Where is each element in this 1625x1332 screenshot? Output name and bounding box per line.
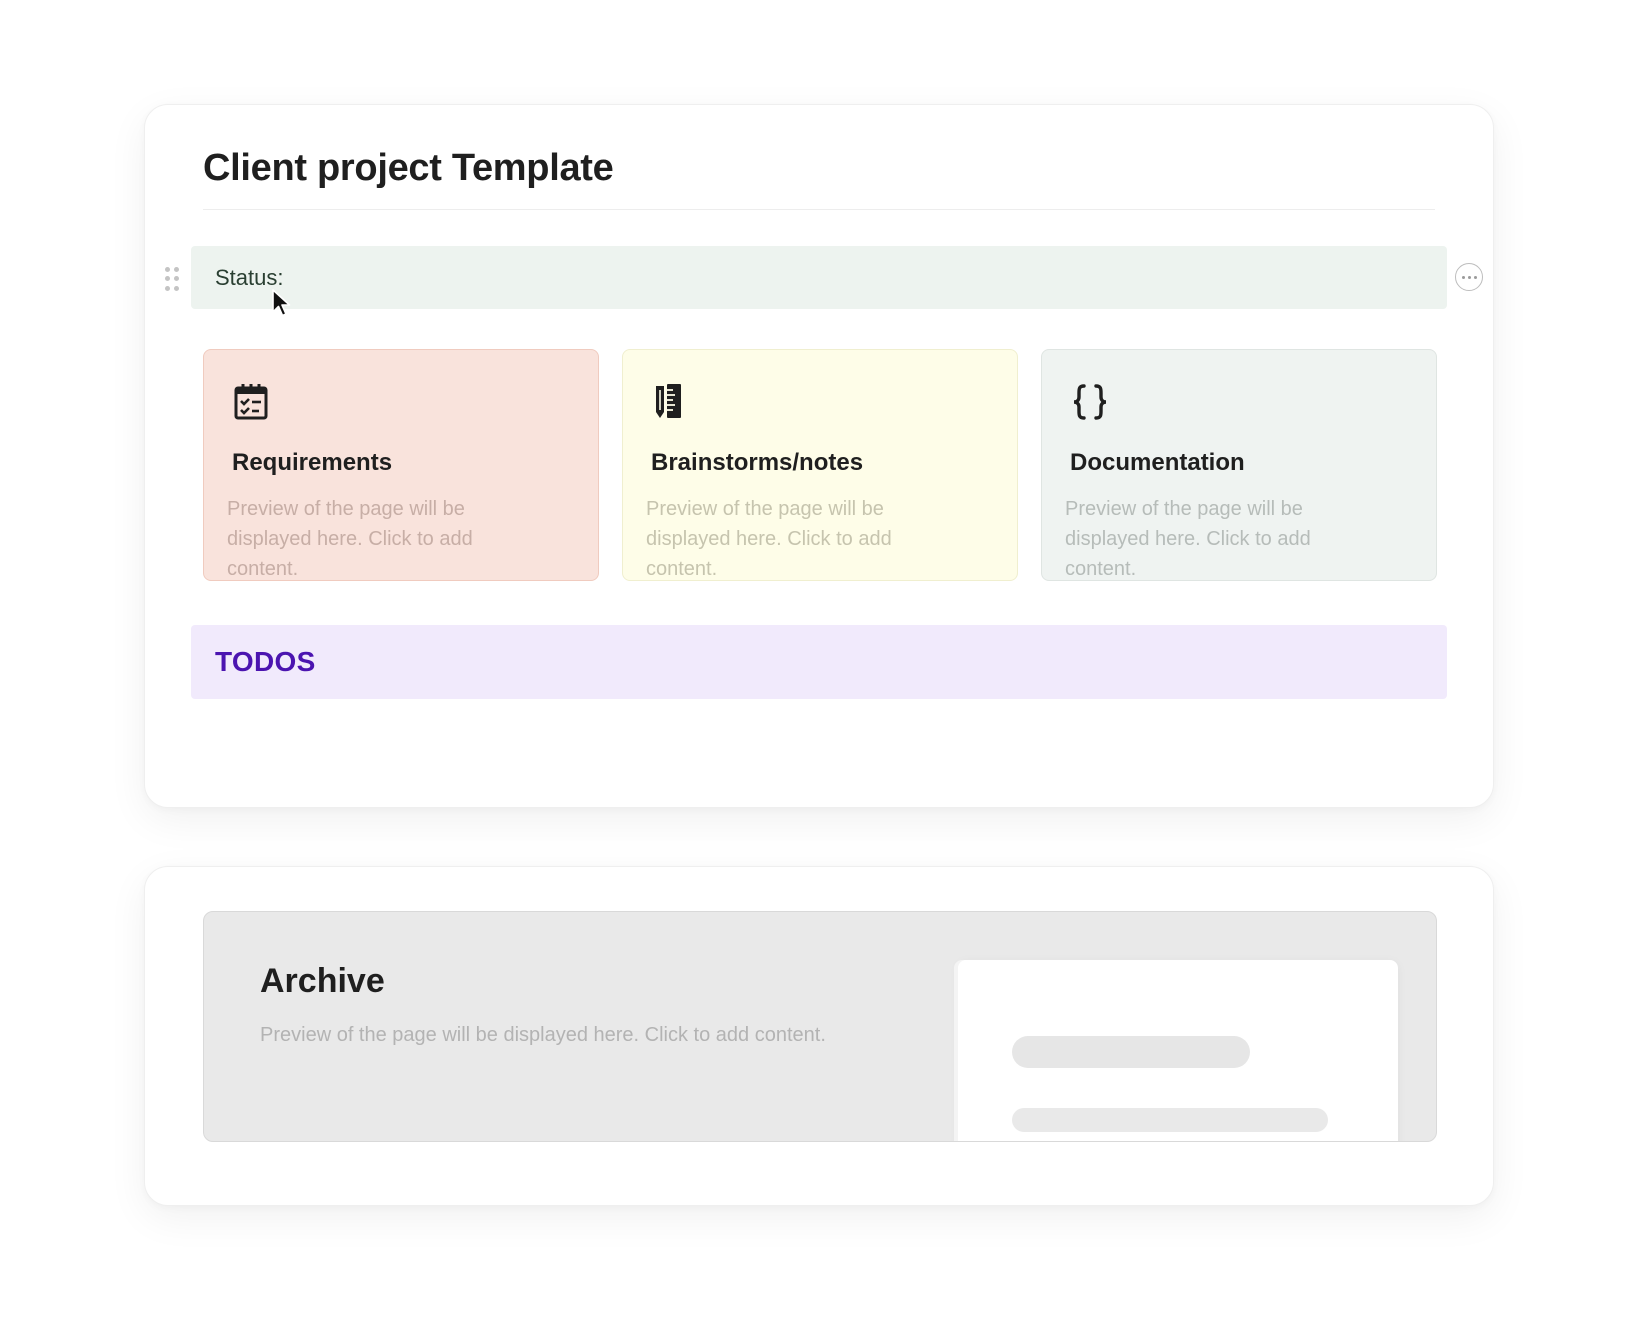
status-label: Status:	[215, 264, 284, 290]
card-brainstorms-notes[interactable]: Brainstorms/notes Preview of the page wi…	[622, 349, 1018, 581]
archive-preview-text: Preview of the page will be displayed he…	[260, 1024, 826, 1046]
card-documentation[interactable]: Documentation Preview of the page will b…	[1041, 349, 1437, 581]
card-preview-text: Preview of the page will be displayed he…	[227, 498, 473, 580]
checklist-calendar-icon	[232, 382, 272, 422]
placeholder-bar	[1012, 1108, 1328, 1132]
curly-braces-icon	[1070, 382, 1110, 422]
card-title: Brainstorms/notes	[651, 449, 864, 476]
drag-handle-icon[interactable]	[165, 267, 179, 291]
page-title: Client project Template	[203, 147, 614, 189]
archive-title: Archive	[260, 962, 385, 1000]
mouse-cursor-icon	[272, 289, 291, 317]
more-options-button[interactable]	[1455, 263, 1483, 291]
dot-icon	[1473, 275, 1477, 279]
todos-heading: TODOS	[215, 646, 316, 677]
page-preview-thumbnail	[958, 960, 1398, 1141]
status-block[interactable]: Status:	[191, 246, 1447, 309]
card-title: Requirements	[232, 449, 393, 476]
card-preview-text: Preview of the page will be displayed he…	[1065, 498, 1311, 580]
placeholder-bar	[1012, 1036, 1250, 1068]
todos-block[interactable]: TODOS	[191, 625, 1447, 699]
dot-icon	[1461, 275, 1465, 279]
card-requirements[interactable]: Requirements Preview of the page will be…	[203, 349, 599, 581]
pencil-ruler-icon	[651, 382, 691, 422]
archive-card[interactable]: Archive Preview of the page will be disp…	[203, 911, 1437, 1142]
template-panel: Client project Template Status: Requirem…	[144, 104, 1494, 808]
dot-icon	[1467, 275, 1471, 279]
card-title: Documentation	[1070, 449, 1245, 476]
card-preview-text: Preview of the page will be displayed he…	[646, 498, 892, 580]
archive-panel: Archive Preview of the page will be disp…	[144, 866, 1494, 1206]
title-divider	[203, 209, 1435, 210]
